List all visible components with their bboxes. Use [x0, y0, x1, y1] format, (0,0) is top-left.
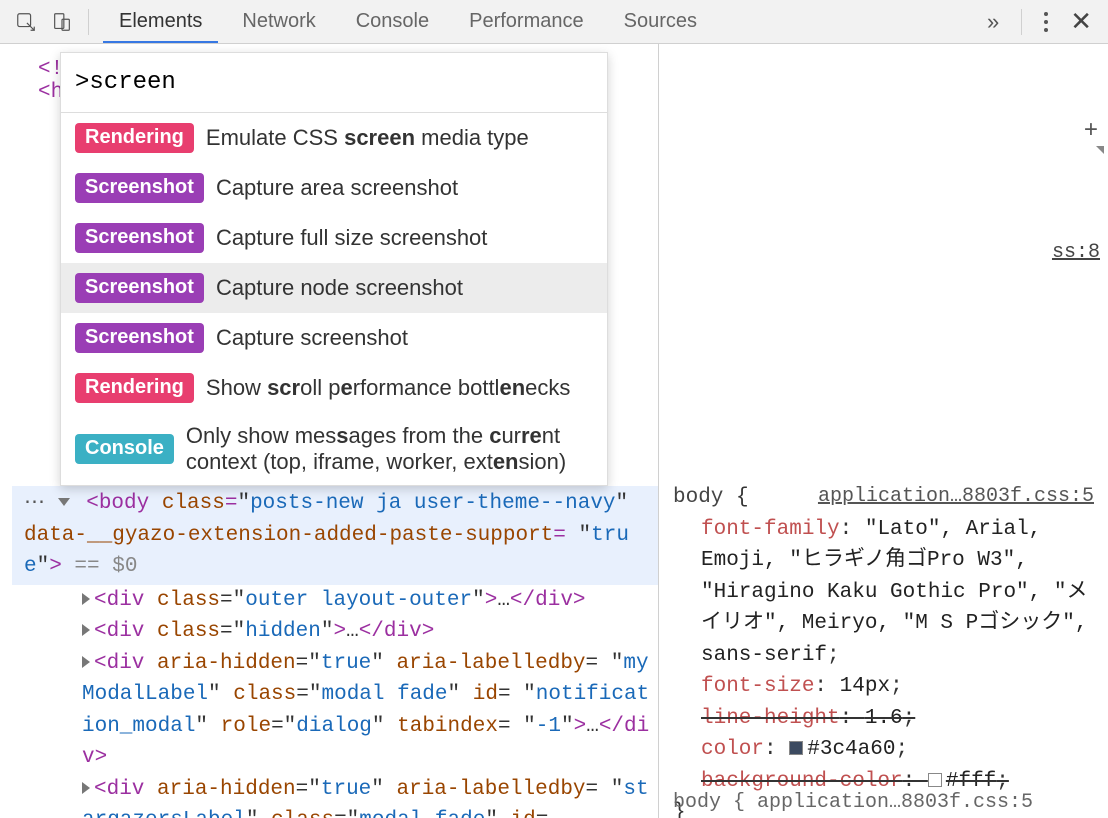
- css-rule[interactable]: body { application…8803f.css:5 font-fami…: [673, 482, 1094, 818]
- color-swatch-icon[interactable]: [928, 773, 942, 787]
- command-category-badge: Screenshot: [75, 173, 204, 203]
- command-label: Capture node screenshot: [216, 275, 463, 301]
- dom-node-selected[interactable]: ⋯ <body class="posts-new ja user-theme--…: [12, 486, 658, 585]
- color-swatch-icon[interactable]: [789, 741, 803, 755]
- command-menu: RenderingEmulate CSS screen media typeSc…: [60, 52, 608, 486]
- command-category-badge: Rendering: [75, 373, 194, 403]
- command-menu-item[interactable]: Screenshot Capture screenshot: [61, 313, 607, 363]
- command-menu-item[interactable]: Screenshot Capture area screenshot: [61, 163, 607, 213]
- tab-performance[interactable]: Performance: [449, 0, 604, 43]
- dom-node[interactable]: <div aria-hidden="true" aria-labelledby=…: [12, 648, 658, 774]
- command-menu-list: RenderingEmulate CSS screen media typeSc…: [61, 113, 607, 485]
- command-label: Show scroll performance bottlenecks: [206, 375, 570, 401]
- command-menu-item[interactable]: Screenshot Capture full size screenshot: [61, 213, 607, 263]
- expand-icon[interactable]: [82, 624, 90, 636]
- more-tabs-icon[interactable]: »: [981, 9, 1005, 35]
- devtools-toolbar: Elements Network Console Performance Sou…: [0, 0, 1108, 44]
- expand-icon[interactable]: [58, 498, 70, 506]
- dom-node[interactable]: <div aria-hidden="true" aria-labelledby=…: [12, 774, 658, 818]
- elements-panel: <! <h RenderingEmulate CSS screen media …: [0, 44, 658, 818]
- command-category-badge: Screenshot: [75, 273, 204, 303]
- command-label: Capture full size screenshot: [216, 225, 487, 251]
- ellipsis-icon[interactable]: ⋯: [24, 492, 45, 515]
- expand-icon[interactable]: [82, 656, 90, 668]
- device-toggle-icon[interactable]: [46, 8, 78, 36]
- command-label: Only show messages from the current cont…: [186, 423, 593, 475]
- command-menu-item[interactable]: Console Only show messages from the curre…: [61, 413, 607, 485]
- devtools-tabs: Elements Network Console Performance Sou…: [99, 0, 717, 43]
- tab-elements[interactable]: Elements: [99, 0, 222, 43]
- command-menu-input[interactable]: [61, 53, 607, 113]
- command-category-badge: Rendering: [75, 123, 194, 153]
- inspect-element-icon[interactable]: [10, 8, 42, 36]
- dom-node[interactable]: <div class="outer layout-outer">…</div>: [12, 585, 658, 617]
- command-category-badge: Screenshot: [75, 223, 204, 253]
- css-rule-next: body { application…8803f.css:5: [673, 788, 1094, 818]
- command-menu-item[interactable]: Rendering Show scroll performance bottlen…: [61, 363, 607, 413]
- styles-panel: + ss:8 body { application…8803f.css:5 fo…: [658, 44, 1108, 818]
- command-label: Capture area screenshot: [216, 175, 458, 201]
- stylesheet-ref[interactable]: ss:8: [1052, 238, 1100, 268]
- tab-sources[interactable]: Sources: [604, 0, 717, 43]
- expand-icon[interactable]: [82, 782, 90, 794]
- toolbar-divider: [88, 9, 89, 35]
- new-style-rule-icon[interactable]: +: [1078, 120, 1104, 146]
- command-category-badge: Screenshot: [75, 323, 204, 353]
- dom-node[interactable]: <div class="hidden">…</div>: [12, 616, 658, 648]
- css-selector[interactable]: body: [673, 486, 723, 509]
- command-label: Capture screenshot: [216, 325, 408, 351]
- command-label: Emulate CSS screen media type: [206, 125, 529, 151]
- gutter-triangle-icon: [1096, 146, 1104, 154]
- command-menu-item[interactable]: Screenshot Capture node screenshot: [61, 263, 607, 313]
- tab-network[interactable]: Network: [222, 0, 335, 43]
- tab-console[interactable]: Console: [336, 0, 449, 43]
- dom-tree[interactable]: ⋯ <body class="posts-new ja user-theme--…: [0, 486, 658, 818]
- command-menu-item[interactable]: Rendering Emulate CSS screen media type: [61, 113, 607, 163]
- close-devtools-icon[interactable]: ✕: [1064, 6, 1098, 37]
- command-category-badge: Console: [75, 434, 174, 464]
- toolbar-divider: [1021, 9, 1022, 35]
- stylesheet-link[interactable]: application…8803f.css:5: [818, 482, 1094, 512]
- expand-icon[interactable]: [82, 593, 90, 605]
- settings-menu-icon[interactable]: [1038, 6, 1054, 38]
